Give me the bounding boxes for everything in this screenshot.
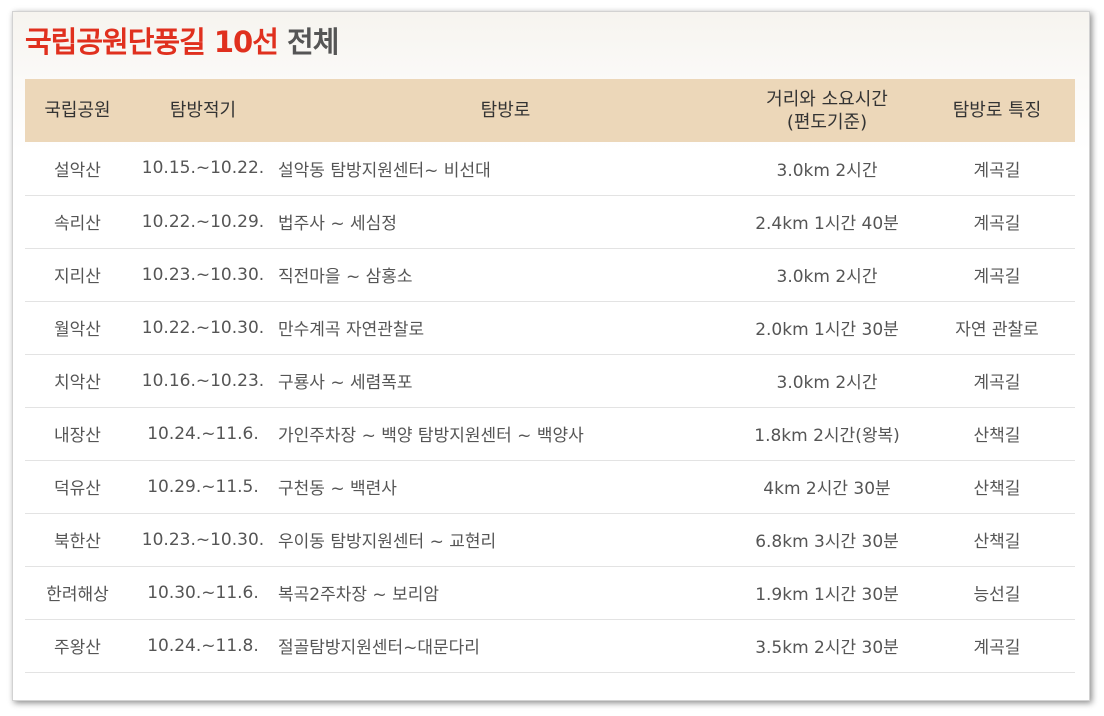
cell-route: 구천동 ~ 백련사 <box>278 479 397 499</box>
cell-park: 지리산 <box>54 267 101 287</box>
cell-feature: 능선길 <box>973 585 1021 605</box>
cell-route: 복곡2주차장 ~ 보리암 <box>278 585 439 605</box>
cell-distance: 2.4km 1시간 40분 <box>755 214 899 234</box>
cell-park: 주왕산 <box>54 638 101 658</box>
cell-park: 치악산 <box>54 373 101 393</box>
cell-period: 10.30.~11.6. <box>147 582 259 603</box>
cell-feature: 계곡길 <box>973 160 1021 181</box>
cell-route: 가인주차장 ~ 백양 탐방지원센터 ~ 백양사 <box>278 426 584 446</box>
cell-park: 덕유산 <box>54 479 101 499</box>
cell-park: 월악산 <box>54 320 101 340</box>
table-body: 설악산 10.15.~10.22. 설악동 탐방지원센터~ 비선대 3.0km … <box>25 142 1075 672</box>
cell-route: 설악동 탐방지원센터~ 비선대 <box>278 160 491 181</box>
cell-route: 우이동 탐방지원센터 ~ 교현리 <box>278 532 497 552</box>
cell-route: 법주사 ~ 세심정 <box>278 214 397 234</box>
cell-distance: 3.0km 2시간 <box>776 160 878 181</box>
content-panel: 국립공원단풍길 10선 전체 국립공원 탐방적기 탐방로 거리와 소요시간 (편… <box>12 11 1090 701</box>
cell-period: 10.22.~10.30. <box>141 317 265 338</box>
header-distance-line2: (편도기준) <box>786 111 868 133</box>
page-title: 국립공원단풍길 10선 전체 <box>25 22 339 62</box>
table-row: 월악산 10.22.~10.30. 만수계곡 자연관찰로 2.0km 1시간 3… <box>25 301 1075 354</box>
cell-distance: 3.0km 2시간 <box>776 373 878 393</box>
cell-park: 북한산 <box>54 532 101 552</box>
cell-distance: 2.0km 1시간 30분 <box>755 320 899 340</box>
cell-feature: 계곡길 <box>973 638 1021 658</box>
header-park: 국립공원 <box>44 100 111 121</box>
header-distance-line1: 거리와 소요시간 <box>766 88 888 110</box>
table-header: 국립공원 탐방적기 탐방로 거리와 소요시간 (편도기준) 탐방로 특징 <box>25 79 1075 142</box>
cell-park: 설악산 <box>54 160 101 181</box>
header-route: 탐방로 <box>480 100 531 121</box>
table-row: 북한산 10.23.~10.30. 우이동 탐방지원센터 ~ 교현리 6.8km… <box>25 513 1075 566</box>
cell-feature: 산책길 <box>973 479 1021 499</box>
header-row: 국립공원 탐방적기 탐방로 거리와 소요시간 (편도기준) 탐방로 특징 <box>25 79 1075 142</box>
cell-distance: 3.0km 2시간 <box>776 267 878 287</box>
cell-feature: 산책길 <box>973 532 1021 552</box>
table-row: 설악산 10.15.~10.22. 설악동 탐방지원센터~ 비선대 3.0km … <box>25 142 1075 195</box>
table-row: 내장산 10.24.~11.6. 가인주차장 ~ 백양 탐방지원센터 ~ 백양사… <box>25 407 1075 460</box>
table-row: 속리산 10.22.~10.29. 법주사 ~ 세심정 2.4km 1시간 40… <box>25 195 1075 248</box>
cell-route: 구룡사 ~ 세렴폭포 <box>278 373 413 393</box>
cell-feature: 계곡길 <box>973 373 1021 393</box>
cell-distance: 4km 2시간 30분 <box>763 479 891 499</box>
title-highlight: 국립공원단풍길 10선 <box>25 25 279 59</box>
cell-park: 한려해상 <box>46 585 109 605</box>
header-distance: 거리와 소요시간 (편도기준) <box>735 79 919 142</box>
cell-distance: 3.5km 2시간 30분 <box>755 638 899 658</box>
table-row: 주왕산 10.24.~11.8. 절골탐방지원센터~대문다리 3.5km 2시간… <box>25 619 1075 672</box>
cell-period: 10.23.~10.30. <box>141 264 265 285</box>
cell-period: 10.29.~11.5. <box>147 476 259 497</box>
cell-route: 절골탐방지원센터~대문다리 <box>278 638 480 658</box>
cell-period: 10.15.~10.22. <box>141 158 265 179</box>
cell-period: 10.22.~10.29. <box>141 211 265 232</box>
cell-route: 직전마을 ~ 삼홍소 <box>278 267 413 287</box>
cell-feature: 계곡길 <box>973 267 1021 287</box>
header-period: 탐방적기 <box>169 100 237 121</box>
table-row: 덕유산 10.29.~11.5. 구천동 ~ 백련사 4km 2시간 30분 산… <box>25 460 1075 513</box>
cell-park: 내장산 <box>54 426 101 446</box>
cell-period: 10.24.~11.8. <box>147 635 259 656</box>
cell-distance: 1.8km 2시간(왕복) <box>754 426 900 446</box>
cell-distance: 1.9km 1시간 30분 <box>755 585 899 605</box>
table-row: 지리산 10.23.~10.30. 직전마을 ~ 삼홍소 3.0km 2시간 계… <box>25 248 1075 301</box>
trail-table: 국립공원 탐방적기 탐방로 거리와 소요시간 (편도기준) 탐방로 특징 설악산… <box>25 79 1075 673</box>
cell-feature: 자연 관찰로 <box>955 320 1039 340</box>
cell-period: 10.23.~10.30. <box>141 529 265 550</box>
cell-feature: 산책길 <box>973 426 1021 446</box>
header-feature: 탐방로 특징 <box>952 100 1042 121</box>
cell-period: 10.24.~11.6. <box>147 423 259 444</box>
table-row: 치악산 10.16.~10.23. 구룡사 ~ 세렴폭포 3.0km 2시간 계… <box>25 354 1075 407</box>
cell-route: 만수계곡 자연관찰로 <box>278 320 425 340</box>
cell-feature: 계곡길 <box>973 214 1021 234</box>
cell-park: 속리산 <box>54 214 101 234</box>
table-row: 한려해상 10.30.~11.6. 복곡2주차장 ~ 보리암 1.9km 1시간… <box>25 566 1075 619</box>
cell-period: 10.16.~10.23. <box>141 370 265 391</box>
title-rest: 전체 <box>287 25 339 59</box>
cell-distance: 6.8km 3시간 30분 <box>755 532 899 552</box>
